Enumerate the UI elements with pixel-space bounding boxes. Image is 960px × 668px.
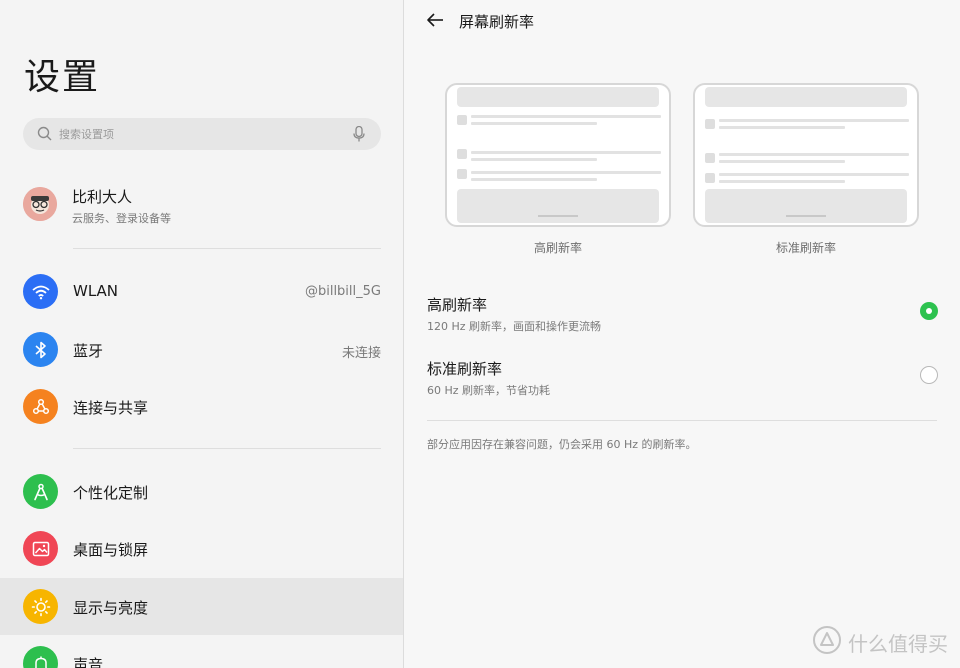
bluetooth-icon xyxy=(23,332,58,367)
sidebar-item-label: 声音 xyxy=(73,656,104,668)
brightness-icon xyxy=(23,589,58,624)
sidebar-item-label: 蓝牙 xyxy=(73,342,104,360)
option-standard-refresh[interactable]: 标准刷新率 60 Hz 刷新率，节省功耗 xyxy=(427,358,938,408)
preview-home-indicator xyxy=(538,215,578,217)
sidebar-item-connection[interactable]: 连接与共享 xyxy=(0,378,404,435)
preview-list-line xyxy=(471,115,661,118)
preview-list-dot xyxy=(457,149,467,159)
search-placeholder: 搜索设置项 xyxy=(59,128,114,141)
sidebar-item-display[interactable]: 显示与亮度 xyxy=(0,578,404,635)
sidebar-item-bluetooth[interactable]: 蓝牙 未连接 xyxy=(0,321,404,378)
bell-icon xyxy=(23,646,58,668)
watermark-text: 什么值得买 xyxy=(848,631,948,656)
preview-list-line xyxy=(719,180,845,183)
preview-list-dot xyxy=(457,169,467,179)
radio-unselected[interactable] xyxy=(920,366,938,384)
sidebar-item-label: 连接与共享 xyxy=(73,399,149,417)
wallpaper-icon xyxy=(23,531,58,566)
page-title: 屏幕刷新率 xyxy=(459,13,535,31)
sidebar-item-label: 显示与亮度 xyxy=(73,599,149,617)
preview-list-line xyxy=(471,158,597,161)
sidebar-item-personalize[interactable]: 个性化定制 xyxy=(0,463,404,520)
sidebar-item-wlan[interactable]: WLAN @billbill_5G xyxy=(0,263,404,320)
preview-list-line xyxy=(471,151,661,154)
preview-list-line xyxy=(719,119,909,122)
avatar xyxy=(23,187,57,221)
option-high-refresh[interactable]: 高刷新率 120 Hz 刷新率，画面和操作更流畅 xyxy=(427,294,938,344)
preview-list-dot xyxy=(457,115,467,125)
preview-list-line xyxy=(471,171,661,174)
option-title: 标准刷新率 xyxy=(427,360,503,378)
option-description: 120 Hz 刷新率，画面和操作更流畅 xyxy=(427,320,602,333)
preview-high-refresh[interactable] xyxy=(445,83,671,227)
sidebar-item-label: 个性化定制 xyxy=(73,484,149,502)
account-name: 比利大人 xyxy=(72,188,133,206)
preview-standard-refresh[interactable] xyxy=(693,83,919,227)
radio-selected[interactable] xyxy=(920,302,938,320)
watermark: 什么值得买 xyxy=(812,625,948,660)
option-description: 60 Hz 刷新率，节省功耗 xyxy=(427,384,551,397)
option-title: 高刷新率 xyxy=(427,296,488,314)
microphone-icon[interactable] xyxy=(353,125,365,146)
sidebar-item-wallpaper[interactable]: 桌面与锁屏 xyxy=(0,520,404,577)
preview-list-line xyxy=(719,160,845,163)
preview-caption-high: 高刷新率 xyxy=(533,241,582,255)
search-input[interactable]: 搜索设置项 xyxy=(23,118,381,150)
back-arrow-icon[interactable] xyxy=(426,11,444,33)
preview-header-bar xyxy=(457,87,659,107)
preview-home-indicator xyxy=(786,215,826,217)
watermark-logo-icon xyxy=(812,625,842,660)
divider xyxy=(73,448,381,449)
personalize-icon xyxy=(23,474,58,509)
sidebar-item-label: 桌面与锁屏 xyxy=(73,541,149,559)
sidebar-item-sound[interactable]: 声音 xyxy=(0,635,404,668)
preview-list-dot xyxy=(705,119,715,129)
share-icon xyxy=(23,389,58,424)
account-subtitle: 云服务、登录设备等 xyxy=(72,212,171,225)
compatibility-note: 部分应用因存在兼容问题，仍会采用 60 Hz 的刷新率。 xyxy=(427,438,697,451)
preview-caption-standard: 标准刷新率 xyxy=(775,241,836,255)
settings-sidebar: 设置 搜索设置项 比利大人 云服务、登录设备等 WLAN @billbill_5… xyxy=(0,0,404,668)
detail-pane: 屏幕刷新率 高刷新率 标准刷新率 高刷新率 120 Hz 刷新率，画面和操作更流… xyxy=(404,0,960,668)
preview-list-line xyxy=(471,178,597,181)
preview-header-bar xyxy=(705,87,907,107)
sidebar-item-value: @billbill_5G xyxy=(304,284,381,299)
account-row[interactable]: 比利大人 云服务、登录设备等 xyxy=(23,184,381,228)
sidebar-title: 设置 xyxy=(24,57,101,98)
divider xyxy=(427,420,937,421)
preview-footer-bar xyxy=(705,189,907,223)
preview-list-line xyxy=(719,126,845,129)
preview-list-dot xyxy=(705,153,715,163)
preview-list-line xyxy=(719,173,909,176)
search-icon xyxy=(37,126,53,146)
divider xyxy=(73,248,381,249)
sidebar-item-value: 未连接 xyxy=(341,346,381,361)
preview-list-line xyxy=(719,153,909,156)
preview-list-dot xyxy=(705,173,715,183)
wifi-icon xyxy=(23,274,58,309)
preview-footer-bar xyxy=(457,189,659,223)
sidebar-item-label: WLAN xyxy=(73,282,119,300)
preview-list-line xyxy=(471,122,597,125)
